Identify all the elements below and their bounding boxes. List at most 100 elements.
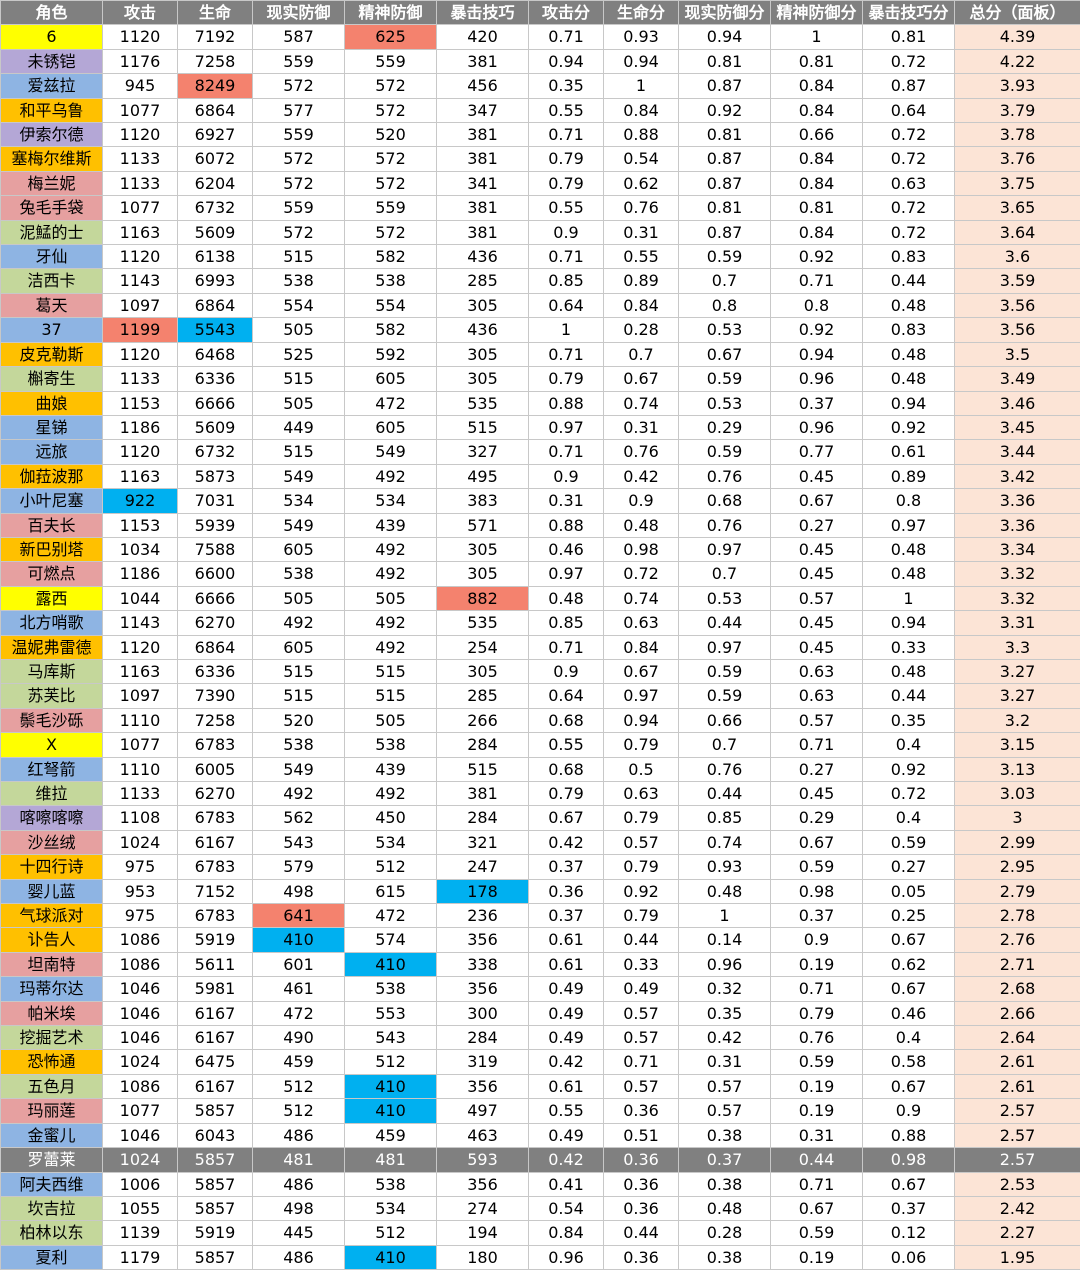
stat-cell: 0.45 (770, 610, 863, 636)
character-name-cell: 玛蒂尔达 (0, 976, 103, 1002)
stat-cell: 7258 (177, 48, 253, 75)
stat-cell: 1108 (102, 805, 178, 831)
stat-cell: 5919 (177, 1220, 253, 1246)
stat-cell: 0.88 (528, 390, 604, 416)
total-score-cell: 3.56 (954, 292, 1080, 319)
stat-cell: 0.36 (603, 1244, 679, 1271)
stat-cell: 559 (252, 195, 345, 221)
stat-cell: 381 (436, 780, 529, 807)
stat-cell: 236 (436, 903, 529, 929)
stat-cell: 6072 (177, 146, 253, 172)
stat-cell: 0.9 (528, 463, 604, 490)
stat-cell: 562 (252, 805, 345, 831)
stat-cell: 0.48 (678, 878, 771, 905)
table-row: 柏林以东 1139 5919 445 512 194 0.84 0.44 0.28 0.59 0.1… (0, 1220, 1080, 1246)
stat-cell: 0.38 (678, 1122, 771, 1149)
stat-cell: 0.4 (862, 732, 955, 758)
stat-cell: 0.29 (678, 414, 771, 441)
stat-cell: 515 (344, 683, 437, 709)
stat-cell: 459 (344, 1122, 437, 1149)
total-score-cell: 3.64 (954, 219, 1080, 246)
stat-cell: 512 (252, 1098, 345, 1124)
character-name-cell: 夏利 (0, 1244, 103, 1271)
stat-cell: 0.9 (528, 658, 604, 685)
stat-cell: 0.53 (678, 390, 771, 416)
total-score-cell: 3.46 (954, 390, 1080, 416)
stat-cell: 0.55 (603, 244, 679, 270)
stat-cell: 481 (252, 1147, 345, 1173)
character-name-cell: 6 (0, 24, 103, 50)
stat-cell: 0.57 (678, 1098, 771, 1124)
stat-cell: 0.42 (678, 1025, 771, 1051)
column-header: 现实防御 (252, 0, 345, 26)
stat-cell: 520 (252, 707, 345, 734)
character-name-cell: 未锈铠 (0, 48, 103, 75)
stat-cell: 0.59 (678, 366, 771, 392)
stat-cell: 0.58 (862, 1049, 955, 1075)
stat-cell: 1133 (102, 366, 178, 392)
character-name-cell: 柏林以东 (0, 1220, 103, 1246)
total-score-cell: 3.6 (954, 244, 1080, 270)
stat-cell: 0.64 (528, 683, 604, 709)
stat-cell: 922 (102, 488, 178, 514)
table-row: 鬃毛沙砾 1110 7258 520 505 266 0.68 0.94 0.66 0.57 0.3… (0, 707, 1080, 734)
stat-cell: 0.79 (528, 146, 604, 172)
stat-cell: 0.49 (603, 976, 679, 1002)
stat-cell: 274 (436, 1195, 529, 1222)
stat-cell: 0.57 (770, 585, 863, 612)
character-name-cell: 挖掘艺术 (0, 1025, 103, 1051)
stat-cell: 0.84 (770, 146, 863, 172)
table-row: 玛丽莲 1077 5857 512 410 497 0.55 0.36 0.57 0.19 0.9 2… (0, 1098, 1080, 1124)
stat-cell: 1097 (102, 683, 178, 709)
stat-cell: 6600 (177, 561, 253, 587)
stat-cell: 0.9 (528, 219, 604, 246)
character-name-cell: 皮克勒斯 (0, 341, 103, 368)
stat-cell: 549 (252, 463, 345, 490)
stat-cell: 0.49 (528, 1122, 604, 1149)
total-score-cell: 3.15 (954, 732, 1080, 758)
total-score-cell: 2.57 (954, 1122, 1080, 1149)
character-name-cell: 鬃毛沙砾 (0, 707, 103, 734)
stat-cell: 0.28 (678, 1220, 771, 1246)
stat-cell: 5857 (177, 1171, 253, 1197)
stat-cell: 553 (344, 1000, 437, 1027)
character-name-cell: 新巴别塔 (0, 536, 103, 563)
total-score-cell: 3.56 (954, 317, 1080, 343)
stat-cell: 247 (436, 854, 529, 880)
column-header: 攻击分 (528, 0, 604, 26)
stat-cell: 7031 (177, 488, 253, 514)
total-score-cell: 3.42 (954, 463, 1080, 490)
stat-cell: 520 (344, 122, 437, 148)
stat-cell: 284 (436, 1025, 529, 1051)
stat-cell: 525 (252, 341, 345, 368)
total-score-cell: 2.57 (954, 1147, 1080, 1173)
total-score-cell: 2.71 (954, 951, 1080, 978)
character-name-cell: X (0, 732, 103, 758)
stat-cell: 1120 (102, 244, 178, 270)
stat-cell: 5609 (177, 414, 253, 441)
stat-cell: 1 (528, 317, 604, 343)
stat-cell: 410 (344, 1244, 437, 1271)
table-row: 牙仙 1120 6138 515 582 436 0.71 0.55 0.59 0.92 0.83 3… (0, 244, 1080, 270)
stat-cell: 0.38 (678, 1171, 771, 1197)
stat-cell: 0.67 (862, 1171, 955, 1197)
stat-cell: 0.57 (603, 1073, 679, 1100)
total-score-cell: 4.22 (954, 48, 1080, 75)
stat-cell: 356 (436, 976, 529, 1002)
table-row: 气球派对 975 6783 641 472 236 0.37 0.79 1 0.37 0.25 2.7… (0, 903, 1080, 929)
stat-cell: 0.19 (770, 1244, 863, 1271)
stat-cell: 410 (344, 1073, 437, 1100)
stat-cell: 0.76 (770, 1025, 863, 1051)
stat-cell: 0.33 (603, 951, 679, 978)
stat-cell: 572 (344, 73, 437, 99)
stat-cell: 0.87 (678, 73, 771, 99)
stat-cell: 0.72 (862, 122, 955, 148)
stat-cell: 472 (344, 390, 437, 416)
stat-cell: 7192 (177, 24, 253, 50)
character-name-cell: 爱兹拉 (0, 73, 103, 99)
stat-cell: 1034 (102, 536, 178, 563)
character-name-cell: 坦南特 (0, 951, 103, 978)
table-row: 槲寄生 1133 6336 515 605 305 0.79 0.67 0.59 0.96 0.48… (0, 366, 1080, 392)
stat-cell: 6468 (177, 341, 253, 368)
table-body: 6 1120 7192 587 625 420 0.71 0.93 0.94 1 0.81 4.39 未… (0, 24, 1080, 1271)
